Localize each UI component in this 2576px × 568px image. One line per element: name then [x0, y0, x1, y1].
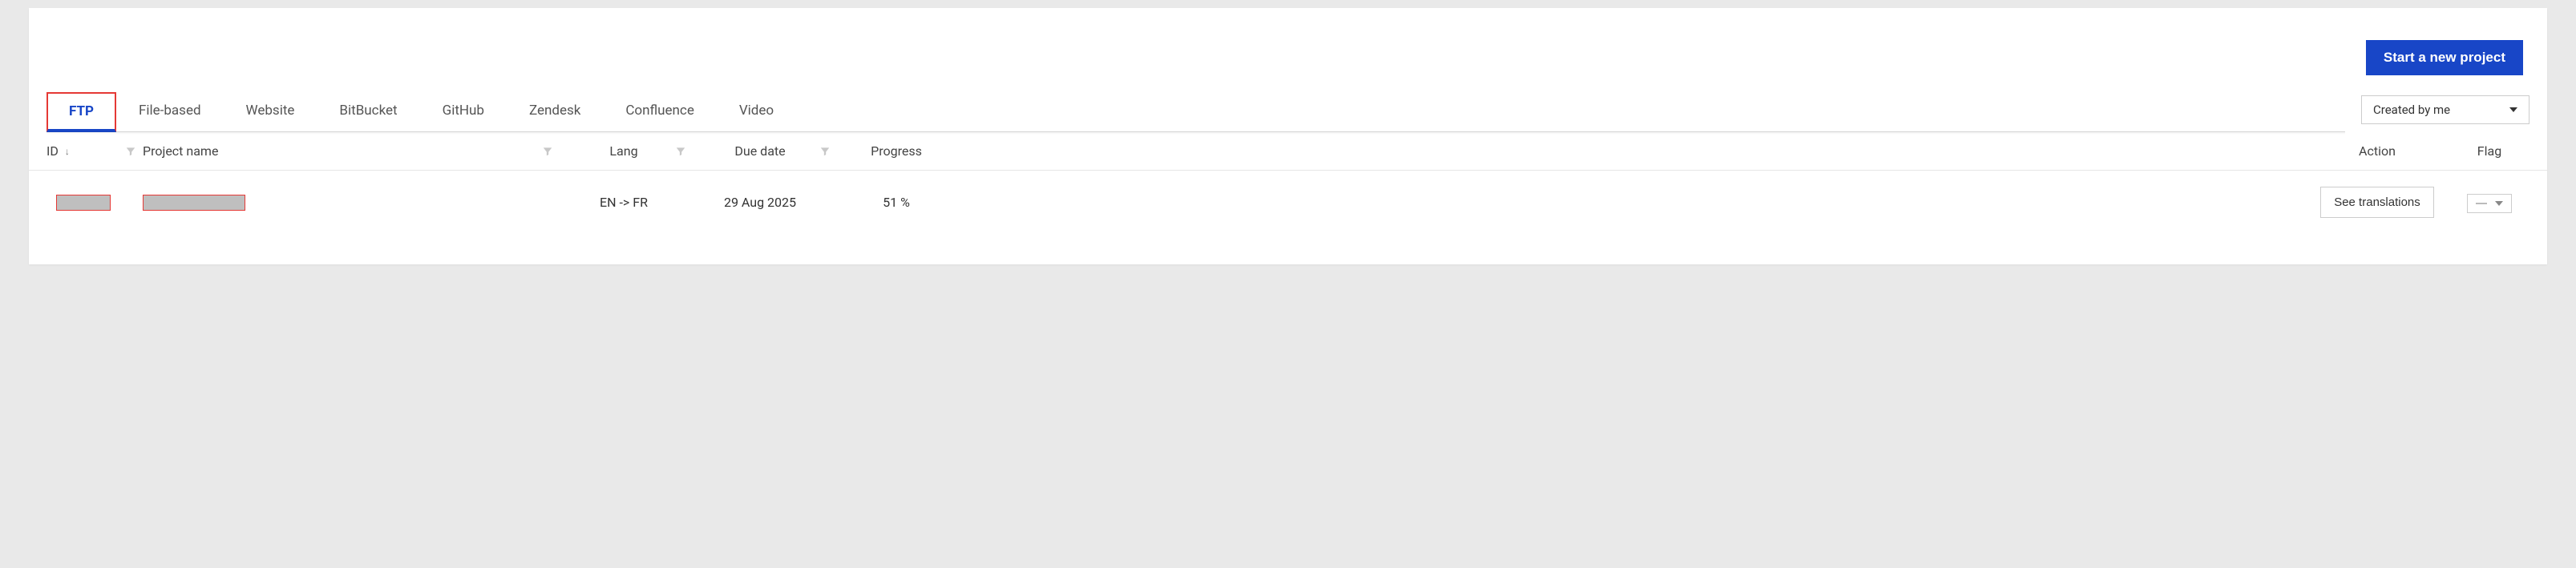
ownership-filter-dropdown[interactable]: Created by me: [2361, 95, 2529, 124]
ownership-filter-label: Created by me: [2373, 103, 2450, 117]
filter-icon[interactable]: [819, 146, 831, 157]
col-header-progress-label: Progress: [871, 143, 922, 159]
see-translations-button[interactable]: See translations: [2320, 187, 2434, 218]
table-row: EN -> FR 29 Aug 2025 51 % See translatio…: [29, 171, 2547, 234]
flag-dropdown[interactable]: [2467, 194, 2512, 213]
filter-icon[interactable]: [675, 146, 686, 157]
col-header-id-label: ID: [47, 143, 59, 159]
tab-ftp[interactable]: FTP: [47, 92, 116, 132]
cell-action: See translations: [2305, 187, 2449, 218]
tabs-row: FTP File-based Website BitBucket GitHub …: [29, 91, 2547, 132]
sort-desc-icon: ↓: [65, 146, 70, 157]
col-header-flag-label: Flag: [2477, 143, 2501, 159]
tab-underline-shadow: [47, 131, 2345, 135]
col-header-progress[interactable]: Progress: [832, 143, 960, 159]
col-header-name-label: Project name: [143, 143, 218, 159]
redacted-project-name: [143, 195, 245, 211]
tab-website[interactable]: Website: [224, 91, 317, 132]
col-header-due-date[interactable]: Due date: [688, 143, 832, 159]
tab-bitbucket[interactable]: BitBucket: [317, 91, 419, 132]
cell-due-date: 29 Aug 2025: [688, 195, 832, 210]
tab-github[interactable]: GitHub: [420, 91, 507, 132]
start-new-project-button[interactable]: Start a new project: [2366, 40, 2523, 75]
cell-progress: 51 %: [832, 195, 960, 210]
col-header-due-label: Due date: [734, 143, 785, 159]
filter-icon[interactable]: [125, 146, 136, 157]
tab-confluence[interactable]: Confluence: [603, 91, 717, 132]
projects-panel: Start a new project FTP File-based Websi…: [29, 8, 2547, 264]
chevron-down-icon: [2509, 107, 2517, 112]
minus-icon: [2476, 203, 2487, 204]
filter-icon[interactable]: [542, 146, 553, 157]
top-bar: Start a new project: [29, 8, 2547, 91]
chevron-down-icon: [2495, 201, 2503, 206]
col-header-lang-label: Lang: [609, 143, 637, 159]
col-header-flag: Flag: [2449, 143, 2529, 159]
tab-video[interactable]: Video: [717, 91, 796, 132]
col-header-action-label: Action: [2359, 143, 2396, 159]
cell-lang: EN -> FR: [560, 195, 688, 210]
col-header-action: Action: [2305, 143, 2449, 159]
col-header-project-name[interactable]: Project name: [143, 143, 560, 159]
cell-id: [47, 195, 143, 211]
cell-project-name: [143, 195, 560, 211]
col-header-id[interactable]: ID ↓: [47, 143, 143, 159]
cell-flag: [2449, 192, 2529, 213]
table-header: ID ↓ Project name Lang Due date: [29, 132, 2547, 171]
tab-file-based[interactable]: File-based: [116, 91, 224, 132]
tabs: FTP File-based Website BitBucket GitHub …: [47, 91, 2345, 132]
col-header-lang[interactable]: Lang: [560, 143, 688, 159]
redacted-id: [56, 195, 111, 211]
tab-zendesk[interactable]: Zendesk: [507, 91, 603, 132]
